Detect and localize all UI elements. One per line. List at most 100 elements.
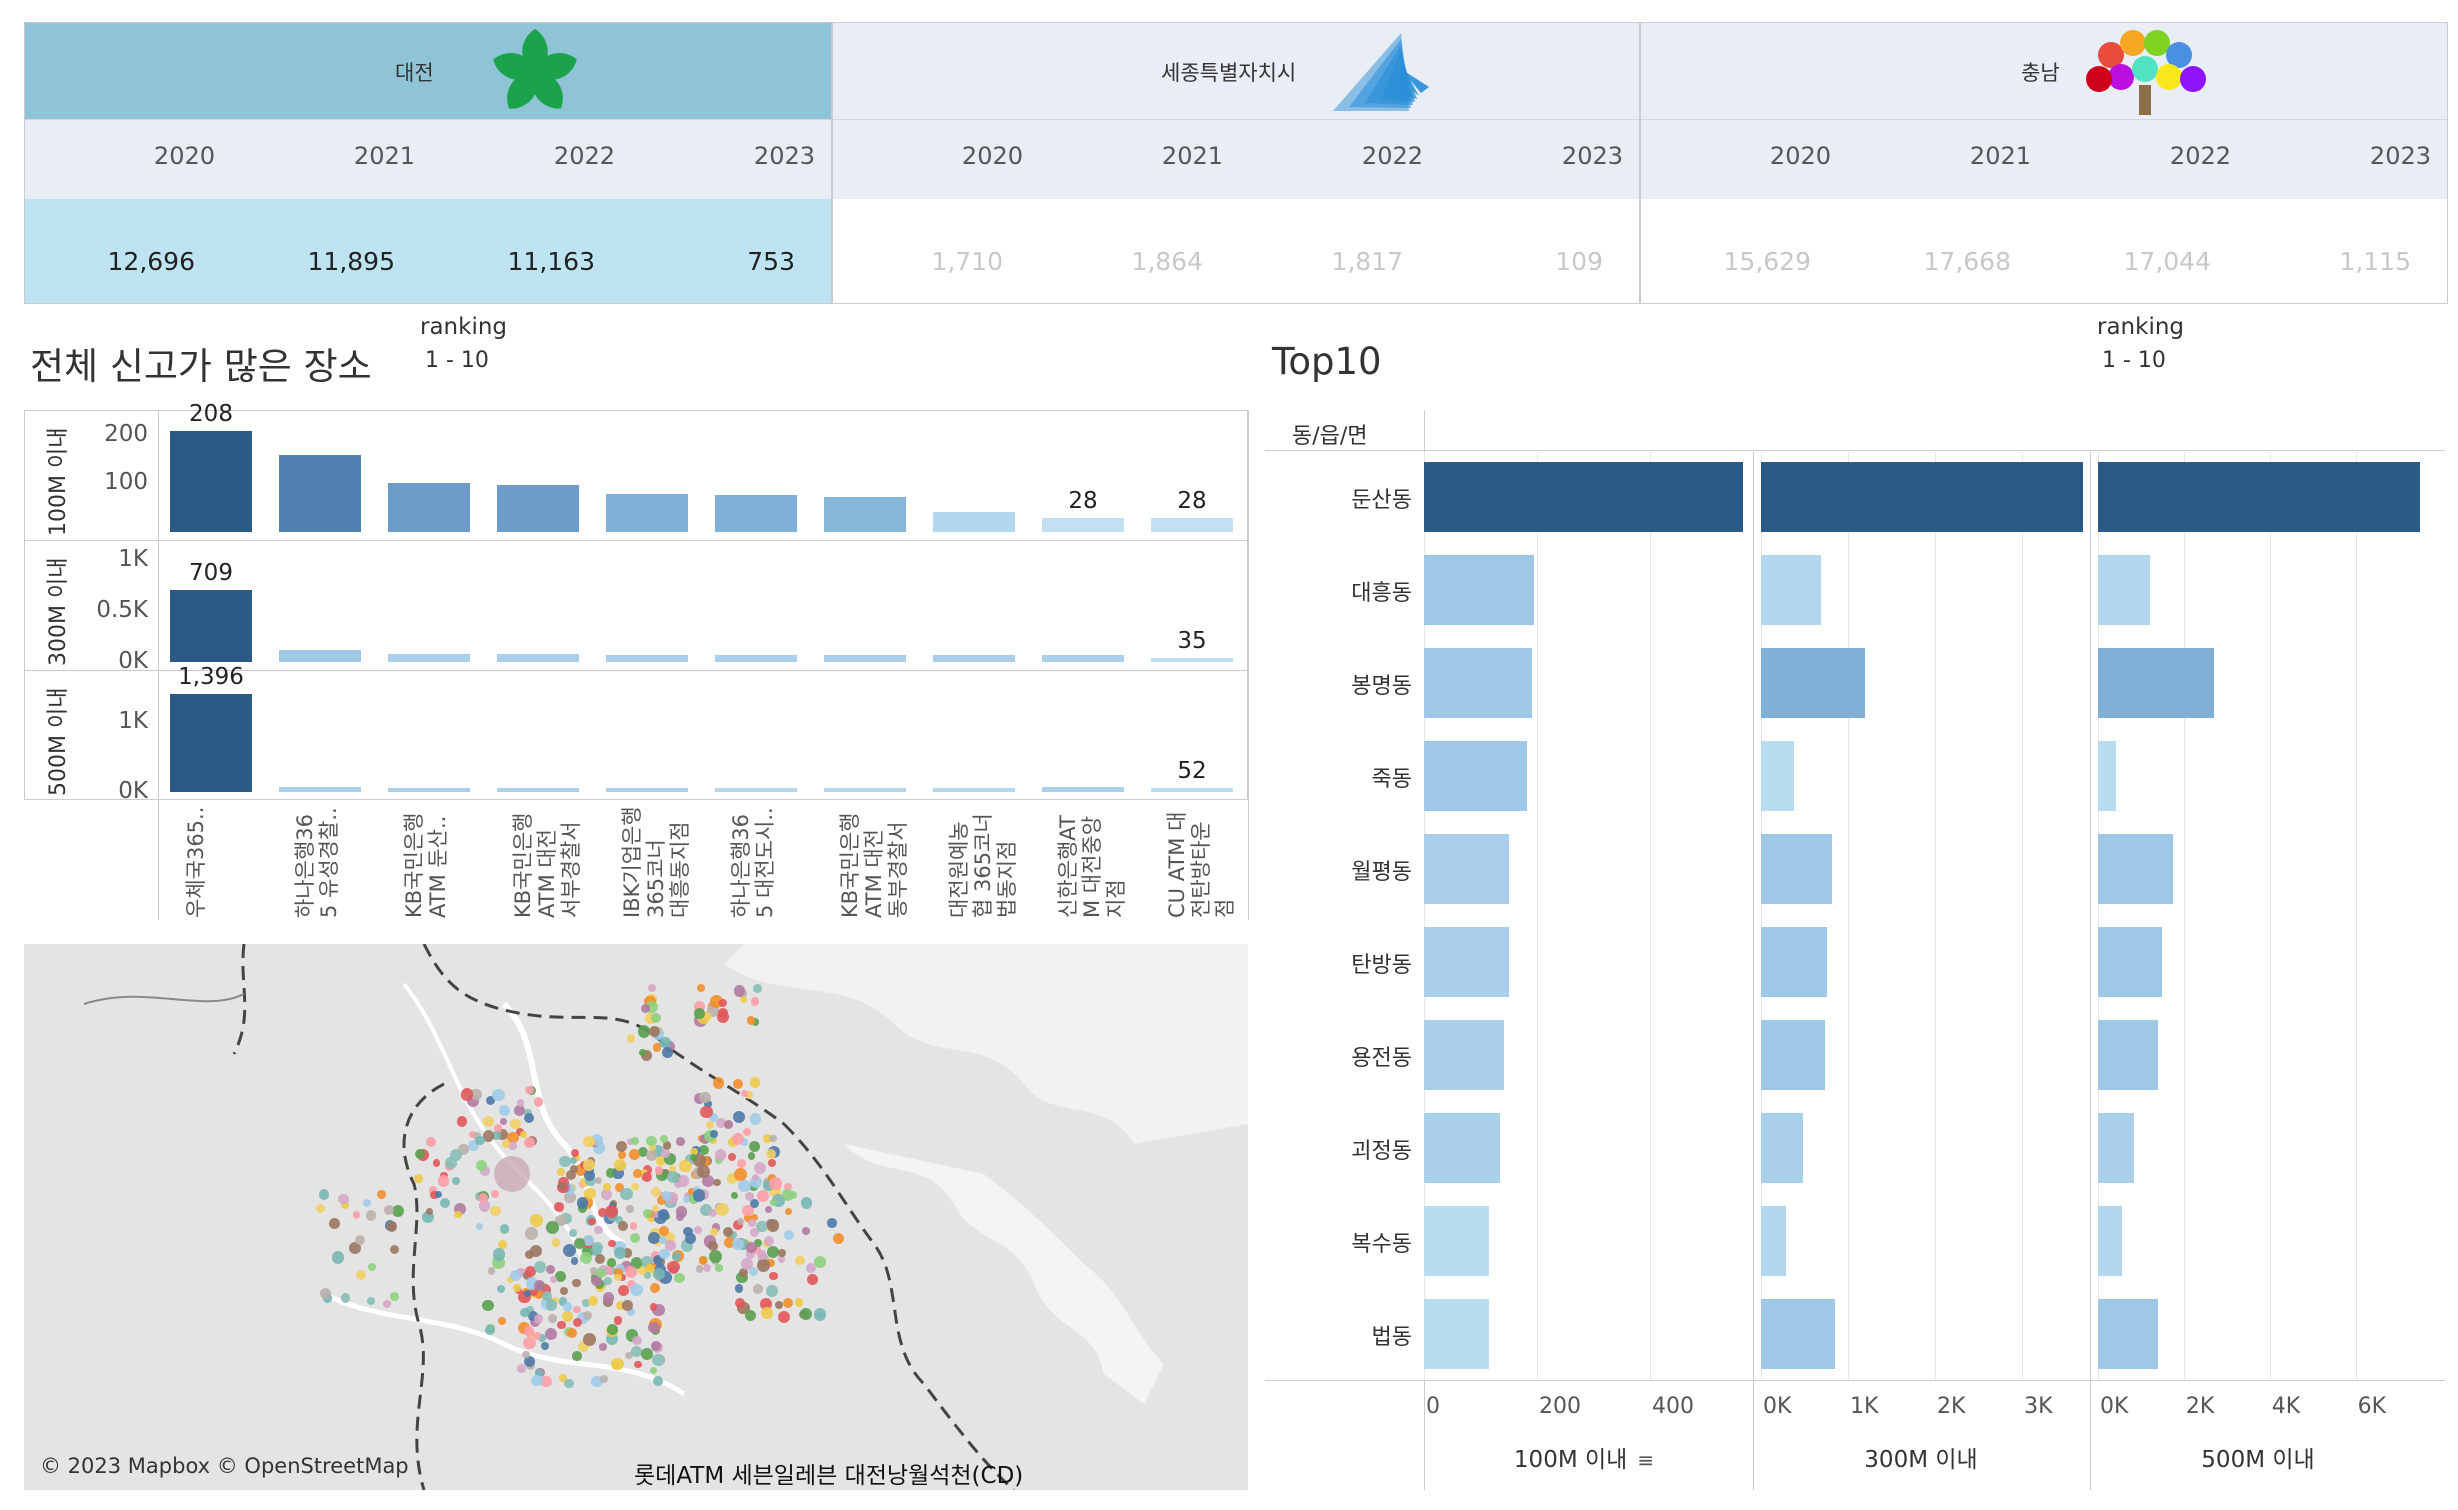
atm-location-dot[interactable] [549,1275,557,1284]
atm-location-dot[interactable] [475,1136,485,1146]
atm-location-dot[interactable] [763,1235,774,1247]
atm-location-dot[interactable] [605,1168,615,1178]
atm-location-dot[interactable] [731,1133,744,1146]
atm-location-dot[interactable] [643,1271,651,1279]
atm-location-dot[interactable] [606,1324,618,1336]
atm-location-dot[interactable] [753,1283,764,1294]
region-header[interactable]: 세종특별자치시 [833,23,1639,119]
bar[interactable] [1424,555,1535,625]
bar[interactable] [1761,1299,1835,1369]
atm-location-dot[interactable] [640,1348,653,1360]
atm-location-dot[interactable] [746,1242,758,1253]
atm-location-dot[interactable] [318,1189,329,1200]
region-header[interactable]: 대전 [25,23,831,119]
bar[interactable] [2098,1113,2135,1183]
atm-location-dot[interactable] [461,1088,474,1101]
atm-location-dot[interactable] [604,1205,618,1219]
atm-location-dot[interactable] [499,1224,510,1234]
atm-location-dot[interactable] [712,1077,725,1089]
bar[interactable] [606,787,688,792]
bar[interactable] [1424,462,1744,532]
row-label[interactable]: 둔산동 [1292,482,1412,514]
atm-location-dot[interactable] [800,1196,813,1209]
atm-location-dot[interactable] [738,1179,751,1193]
bar[interactable] [388,787,470,792]
bar[interactable] [1761,834,1833,904]
atm-location-dot[interactable] [588,1217,596,1226]
bar[interactable] [1042,655,1124,662]
atm-location-dot[interactable] [614,1246,626,1259]
atm-location-dot[interactable] [569,1156,578,1165]
sort-icon[interactable]: ≡ [1637,1448,1654,1472]
bar[interactable] [824,655,906,662]
atm-location-dot[interactable] [650,1303,658,1311]
x-category-label[interactable]: 신한은행AT M 대전중앙 지점 [1056,815,1128,918]
atm-location-dot[interactable] [653,1267,666,1280]
bar[interactable] [1424,648,1533,718]
atm-location-dot[interactable] [739,995,747,1003]
atm-location-dot[interactable] [727,1153,736,1162]
atm-location-dot[interactable] [602,1291,615,1304]
atm-location-dot[interactable] [368,1262,377,1271]
left-ranking-value[interactable]: 1 - 10 [425,348,489,373]
bar[interactable] [933,511,1015,532]
atm-location-dot[interactable] [499,1117,507,1126]
bar[interactable] [1761,927,1828,997]
atm-location-dot[interactable] [732,1079,743,1090]
atm-location-dot[interactable] [354,1234,365,1245]
atm-location-dot[interactable] [389,1292,399,1302]
row-label[interactable]: 봉명동 [1292,668,1412,700]
row-label[interactable]: 괴정동 [1292,1133,1412,1165]
atm-location-dot[interactable] [608,1239,616,1248]
atm-location-dot[interactable] [439,1198,450,1209]
atm-location-dot[interactable] [545,1327,557,1340]
atm-location-dot[interactable] [736,1158,746,1169]
atm-location-dot[interactable] [516,1099,525,1107]
bar[interactable] [2098,555,2150,625]
atm-location-dot[interactable] [722,1226,733,1237]
atm-location-dot[interactable] [426,1136,436,1147]
atm-location-dot[interactable] [523,1137,535,1149]
atm-location-dot[interactable] [675,1206,688,1218]
atm-location-dot[interactable] [452,1176,461,1185]
value-row[interactable]: 15,629 17,668 17,044 1,115 [1641,199,2447,303]
row-label[interactable]: 대흥동 [1292,575,1412,607]
atm-location-dot[interactable] [626,1205,634,1213]
atm-location-dot[interactable] [765,1148,776,1159]
bar[interactable] [170,589,252,662]
atm-location-dot[interactable] [478,1193,488,1203]
bar[interactable] [933,788,1015,792]
atm-location-dot[interactable] [697,984,705,992]
atm-location-dot[interactable] [475,1159,487,1172]
atm-location-dot[interactable] [498,1239,507,1249]
atm-location-dot[interactable] [545,1299,558,1311]
panel-label[interactable]: 100M 이내 [40,428,72,536]
region-header[interactable]: 충남 [1641,23,2447,119]
atm-location-dot[interactable] [649,1282,661,1294]
bar[interactable] [1761,1113,1803,1183]
bar[interactable] [1042,518,1124,532]
atm-location-dot[interactable] [556,1168,565,1177]
atm-location-dot[interactable] [588,1295,599,1306]
panel-title[interactable]: 100M 이내 ≡ [1414,1440,1754,1474]
bar[interactable] [279,650,361,662]
bar[interactable] [1424,927,1509,997]
row-label[interactable]: 용전동 [1292,1040,1412,1072]
atm-location-dot[interactable] [615,1140,628,1153]
atm-location-dot[interactable] [560,1286,569,1295]
x-category-label[interactable]: KB국민은행 ATM 대전 동부경찰서 [838,813,910,918]
bar[interactable] [2098,834,2174,904]
bar[interactable] [1424,741,1527,811]
atm-location-dot[interactable] [614,1273,622,1282]
bar[interactable] [1761,1020,1825,1090]
atm-location-dot[interactable] [716,1202,729,1216]
atm-location-dot[interactable] [694,1007,705,1019]
bar[interactable] [606,494,688,532]
atm-location-dot[interactable] [625,1265,637,1278]
bar[interactable] [2098,1020,2159,1090]
atm-location-dot[interactable] [353,1211,361,1219]
atm-location-dot[interactable] [699,1091,711,1104]
atm-location-dot[interactable] [489,1205,501,1217]
atm-location-dot[interactable] [501,1140,510,1149]
atm-location-dot[interactable] [657,1208,669,1221]
